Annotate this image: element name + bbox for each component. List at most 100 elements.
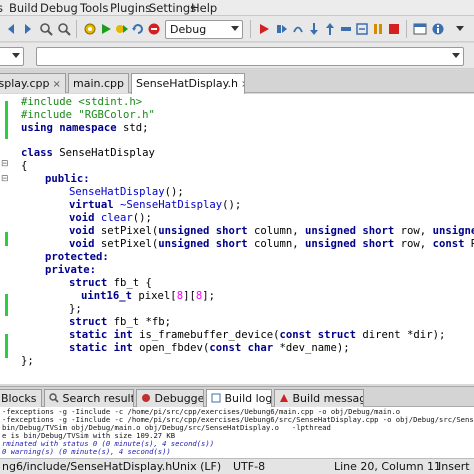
menu-item-help[interactable]: Help bbox=[191, 1, 217, 15]
debug-start-icon[interactable] bbox=[256, 21, 272, 37]
abort-icon[interactable] bbox=[146, 21, 162, 37]
keyword-token: virtual bbox=[69, 199, 114, 211]
toolbar-overflow-icon[interactable] bbox=[452, 21, 468, 37]
step-into-icon[interactable] bbox=[306, 21, 322, 37]
stop-debugger-icon[interactable] bbox=[386, 21, 402, 37]
run-icon[interactable] bbox=[98, 21, 114, 37]
tab-label: Build messages bbox=[292, 392, 364, 405]
code-token: column, bbox=[247, 238, 305, 250]
keyword-token: protected: bbox=[45, 251, 109, 263]
code-line: { bbox=[21, 160, 27, 173]
break-debugger-icon[interactable] bbox=[370, 21, 386, 37]
keyword-token: using namespace bbox=[21, 122, 117, 134]
menu-item-settings[interactable]: Settings bbox=[149, 1, 196, 15]
code-token: setPixel( bbox=[94, 225, 159, 237]
build-target-value: Debug bbox=[170, 23, 207, 36]
code-token: RGBCo bbox=[464, 238, 474, 250]
code-editor[interactable]: ⊟ ⊟ #include <stdint.h> #include "RGBCol… bbox=[0, 94, 474, 384]
close-icon[interactable]: × bbox=[127, 79, 128, 90]
code-token: row, bbox=[394, 225, 433, 237]
search-icon bbox=[49, 393, 59, 403]
code-token: pixel[ bbox=[132, 290, 177, 302]
bookmark-prev-icon[interactable] bbox=[4, 21, 20, 37]
code-line: uint16_t pixel[8][8]; bbox=[81, 290, 215, 303]
change-marker bbox=[5, 232, 8, 246]
code-line: void setPixel(unsigned short column, uns… bbox=[69, 238, 474, 251]
menu-item-plugins[interactable]: Plugins bbox=[110, 1, 151, 15]
preprocessor-token: #include "RGBColor.h" bbox=[21, 109, 155, 121]
build-gear-icon[interactable] bbox=[82, 21, 98, 37]
chevron-down-icon bbox=[12, 53, 20, 58]
menu-item-debug[interactable]: Debug bbox=[40, 1, 78, 15]
keyword-token: struct bbox=[69, 277, 108, 289]
function-token: SenseHatDisplay bbox=[69, 186, 165, 198]
tab-build-messages[interactable]: Build messages bbox=[274, 389, 364, 407]
bookmark-next-icon[interactable] bbox=[20, 21, 36, 37]
chevron-down-icon bbox=[231, 26, 239, 31]
debug-windows-icon[interactable] bbox=[412, 21, 428, 37]
log-line: 0 warning(s) (0 minute(s), 4 second(s)) bbox=[2, 447, 171, 456]
next-line-icon[interactable] bbox=[290, 21, 306, 37]
tab-build-log[interactable]: Build log × bbox=[206, 389, 272, 407]
menu-item-build[interactable]: Build bbox=[9, 1, 38, 15]
code-token: std; bbox=[116, 122, 149, 134]
code-line: }; bbox=[21, 355, 34, 368]
build-and-run-icon[interactable] bbox=[114, 21, 130, 37]
code-line: using namespace std; bbox=[21, 122, 149, 135]
change-marker bbox=[5, 334, 8, 358]
keyword-token: public: bbox=[45, 173, 90, 185]
statusbar: ng6/include/SenseHatDisplay.h Unix (LF) … bbox=[0, 458, 474, 474]
scope-select[interactable] bbox=[0, 47, 24, 66]
tab-blocks[interactable]: Blocks bbox=[0, 389, 42, 407]
logs-panel: Blocks Search results Debugger Build log… bbox=[0, 386, 474, 458]
status-eol: Unix (LF) bbox=[172, 460, 222, 473]
code-line: void clear(); bbox=[69, 212, 152, 225]
tab-label: main.cpp bbox=[73, 77, 124, 90]
keyword-token: unsigned short bbox=[158, 225, 248, 237]
code-token: dirent *dir); bbox=[356, 329, 446, 341]
tab-label: Debugger bbox=[154, 392, 204, 405]
menu-item-edit-partial[interactable]: s bbox=[0, 1, 3, 15]
code-token: fb_t *fb; bbox=[107, 316, 172, 328]
next-instruction-icon[interactable] bbox=[338, 21, 354, 37]
keyword-token: static int bbox=[69, 342, 133, 354]
build-target-select[interactable]: Debug bbox=[165, 20, 243, 39]
code-token: (); bbox=[132, 212, 152, 224]
build-log-icon bbox=[211, 393, 221, 403]
menu-item-tools[interactable]: Tools bbox=[80, 1, 108, 15]
logs-tabbar: Blocks Search results Debugger Build log… bbox=[0, 387, 474, 407]
tab-debugger[interactable]: Debugger bbox=[136, 389, 204, 407]
keyword-token: unsigned in bbox=[432, 225, 474, 237]
step-into-instruction-icon[interactable] bbox=[354, 21, 370, 37]
build-log-output[interactable]: -fexceptions -g -Iinclude -c /home/pi/sr… bbox=[0, 408, 474, 459]
fold-marker-icon[interactable]: ⊟ bbox=[1, 159, 9, 169]
close-icon[interactable]: × bbox=[53, 79, 61, 90]
keyword-token: class bbox=[21, 147, 53, 159]
toolbar-separator bbox=[250, 20, 251, 38]
tab-sensehatdisplay-cpp[interactable]: Display.cpp× bbox=[0, 73, 66, 93]
find-icon[interactable] bbox=[38, 21, 54, 37]
tab-search-results[interactable]: Search results bbox=[44, 389, 134, 407]
fold-marker-icon[interactable]: ⊟ bbox=[1, 174, 9, 184]
code-line: static int is_framebuffer_device(const s… bbox=[69, 329, 445, 342]
code-token: ]; bbox=[202, 290, 215, 302]
keyword-token: struct bbox=[69, 316, 108, 328]
function-select[interactable] bbox=[36, 47, 464, 66]
replace-icon[interactable] bbox=[56, 21, 72, 37]
code-line: virtual ~SenseHatDisplay(); bbox=[69, 199, 241, 212]
code-token: (); bbox=[164, 186, 184, 198]
run-to-cursor-icon[interactable] bbox=[274, 21, 290, 37]
keyword-token: const struct bbox=[279, 329, 357, 341]
various-info-icon[interactable] bbox=[430, 21, 446, 37]
code-token: { bbox=[21, 160, 28, 172]
close-icon[interactable]: × bbox=[241, 79, 244, 90]
tab-main-cpp[interactable]: main.cpp× bbox=[68, 73, 129, 93]
rebuild-icon[interactable] bbox=[130, 21, 146, 37]
keyword-token: static int bbox=[69, 329, 133, 341]
code-token: row, bbox=[394, 238, 433, 250]
code-token: ][ bbox=[183, 290, 196, 302]
code-line: SenseHatDisplay(); bbox=[69, 186, 184, 199]
step-out-icon[interactable] bbox=[322, 21, 338, 37]
code-completion-toolbar bbox=[0, 43, 474, 69]
tab-sensehatdisplay-h[interactable]: SenseHatDisplay.h× bbox=[131, 73, 245, 94]
